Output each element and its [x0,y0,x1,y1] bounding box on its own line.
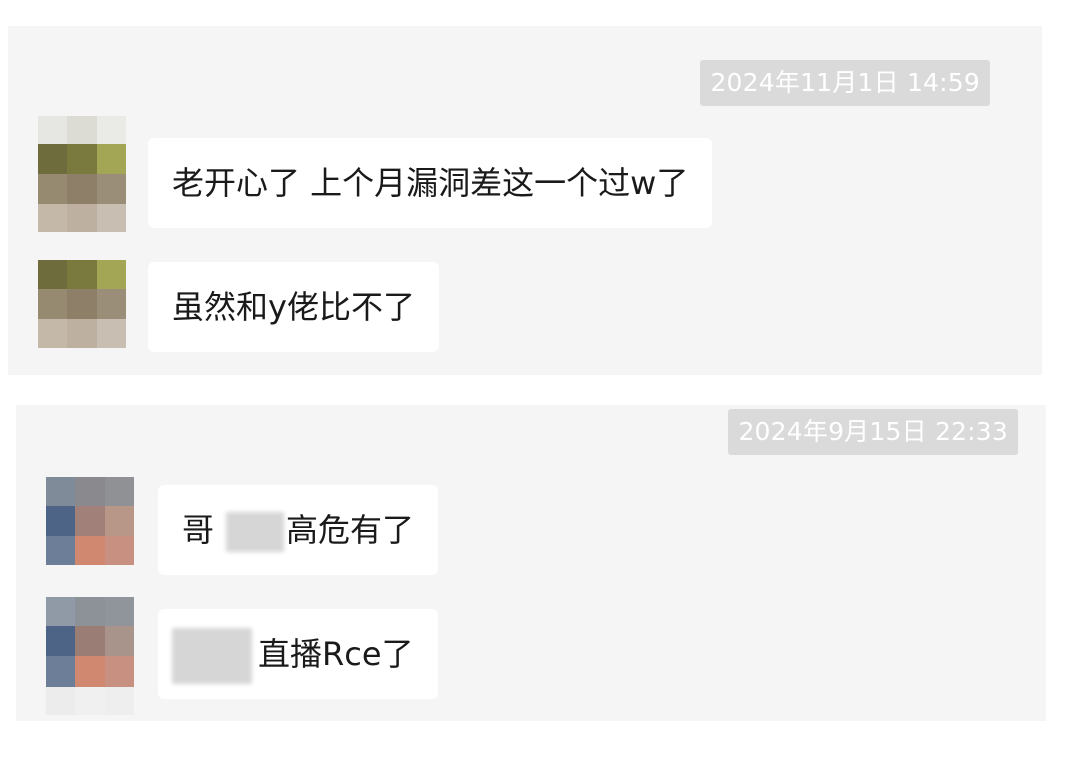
redacted-text [226,512,285,552]
sender-avatar-icon[interactable] [46,477,134,565]
message-prefix: 哥 [182,511,215,549]
message-text: 虽然和y佬比不了 [172,288,415,326]
message-bubble[interactable]: 老开心了 上个月漏洞差这一个过w了 [148,138,713,228]
sender-avatar-icon[interactable] [38,116,126,232]
message-timestamp: 2024年11月1日 14:59 [700,60,990,106]
message-text: 老开心了 上个月漏洞差这一个过w了 [172,164,689,202]
message-text: 直播Rce了 [258,635,414,673]
message-timestamp: 2024年9月15日 22:33 [728,409,1018,455]
redacted-text [172,628,252,684]
sender-avatar-icon[interactable] [46,597,134,715]
sender-avatar-icon[interactable] [38,260,126,348]
message-bubble[interactable]: 哥 高危有了 [158,485,439,575]
message-text: 高危有了 [286,511,415,549]
chat-panel-1: 2024年11月1日 14:59 老开心了 上个月漏洞差这一个过w了 虽然和y佬… [8,26,1042,375]
message-bubble[interactable]: 直播Rce了 [158,609,438,699]
message-bubble[interactable]: 虽然和y佬比不了 [148,262,439,352]
chat-panel-2: 2024年9月15日 22:33 哥 高危有了 直播Rce了 [16,405,1046,721]
